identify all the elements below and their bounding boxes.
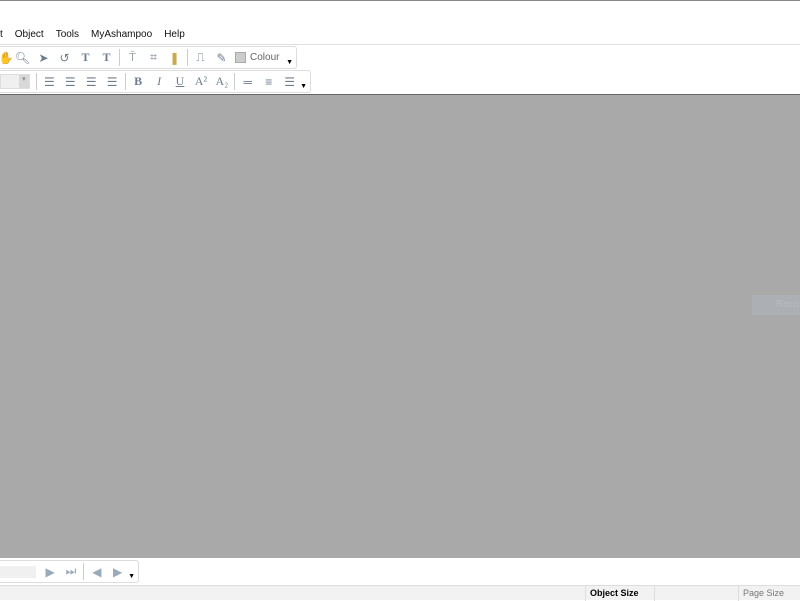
separator (234, 73, 236, 90)
curve-icon[interactable]: ⎍ (190, 48, 211, 68)
object-size-value (654, 586, 738, 601)
align-right-icon[interactable]: ☰ (81, 72, 102, 92)
bold-icon[interactable]: B (128, 72, 149, 92)
separator (35, 73, 37, 90)
zoom-icon[interactable]: 🔍︎ (12, 48, 33, 68)
page-navigation-toolbar: ▶ ⏭ ◀ ▶ ▼ (0, 560, 139, 583)
menu-edit[interactable]: t (0, 29, 9, 40)
separator (187, 49, 188, 66)
separator (119, 49, 120, 66)
title-bar (0, 0, 800, 25)
font-size-combo[interactable]: ▾ (0, 74, 30, 89)
page-size-label: Page Size (738, 586, 800, 601)
italic-icon[interactable]: I (149, 72, 170, 92)
status-bar: Object Size Page Size (0, 585, 800, 601)
text-icon[interactable]: T (75, 48, 96, 68)
back-icon[interactable]: ◀ (86, 562, 107, 582)
line-spacing-2-icon[interactable]: ≡ (258, 72, 279, 92)
canvas-area[interactable]: Reco (0, 94, 800, 558)
separator (83, 563, 85, 580)
menu-tools[interactable]: Tools (50, 29, 85, 40)
pipette-text-icon[interactable]: ⍑ (122, 48, 143, 68)
navigation-bar: ▶ ⏭ ◀ ▶ ▼ (0, 558, 800, 585)
colour-label: Colour (250, 52, 280, 63)
forward-icon[interactable]: ▶ (107, 562, 128, 582)
toolbar-overflow-icon[interactable]: ▼ (300, 83, 307, 90)
underline-icon[interactable]: U (170, 72, 191, 92)
page-number-field[interactable] (0, 565, 36, 578)
canvas-hint: Reco (752, 295, 800, 315)
status-main (0, 586, 585, 601)
text-toolbar: ▾ ☰ ☰ ☰ ☰ B I U A² A₂ ═ ≡ ☰ ▼ (0, 70, 311, 93)
subscript-icon[interactable]: A₂ (211, 72, 232, 92)
menu-myashampoo[interactable]: MyAshampoo (85, 29, 158, 40)
eyedropper-icon[interactable]: ✎ (211, 48, 232, 68)
colour-button[interactable]: Colour (235, 52, 279, 63)
justify-icon[interactable]: ☰ (102, 72, 123, 92)
align-center-icon[interactable]: ☰ (60, 72, 81, 92)
colour-swatch (235, 52, 246, 63)
text-effect-icon[interactable]: T (96, 48, 117, 68)
toolbar-overflow-icon[interactable]: ▼ (286, 59, 293, 66)
crop-icon[interactable]: ⌗ (143, 48, 164, 68)
pointer-icon[interactable]: ➤ (33, 48, 54, 68)
rotate-icon[interactable]: ↺ (54, 48, 75, 68)
toolbar-overflow-icon[interactable]: ▼ (128, 573, 135, 580)
menu-help[interactable]: Help (158, 29, 191, 40)
align-left-icon[interactable]: ☰ (39, 72, 60, 92)
menu-bar: t Object Tools MyAshampoo Help (0, 25, 800, 45)
line-spacing-3-icon[interactable]: ☰ (279, 72, 300, 92)
separator (124, 73, 126, 90)
superscript-icon[interactable]: A² (190, 72, 211, 92)
line-spacing-1-icon[interactable]: ═ (237, 72, 258, 92)
hand-icon[interactable]: ✋ (0, 48, 13, 68)
last-page-icon[interactable]: ⏭ (61, 562, 82, 582)
chevron-down-icon: ▾ (18, 75, 29, 88)
clip-icon[interactable]: ❚ (164, 48, 185, 68)
object-size-label: Object Size (585, 586, 654, 601)
menu-object[interactable]: Object (9, 29, 50, 40)
play-icon[interactable]: ▶ (40, 562, 61, 582)
tools-toolbar: ✋ 🔍︎ ➤ ↺ T T ⍑ ⌗ ❚ ⎍ ✎ Colour ▼ (0, 46, 297, 69)
